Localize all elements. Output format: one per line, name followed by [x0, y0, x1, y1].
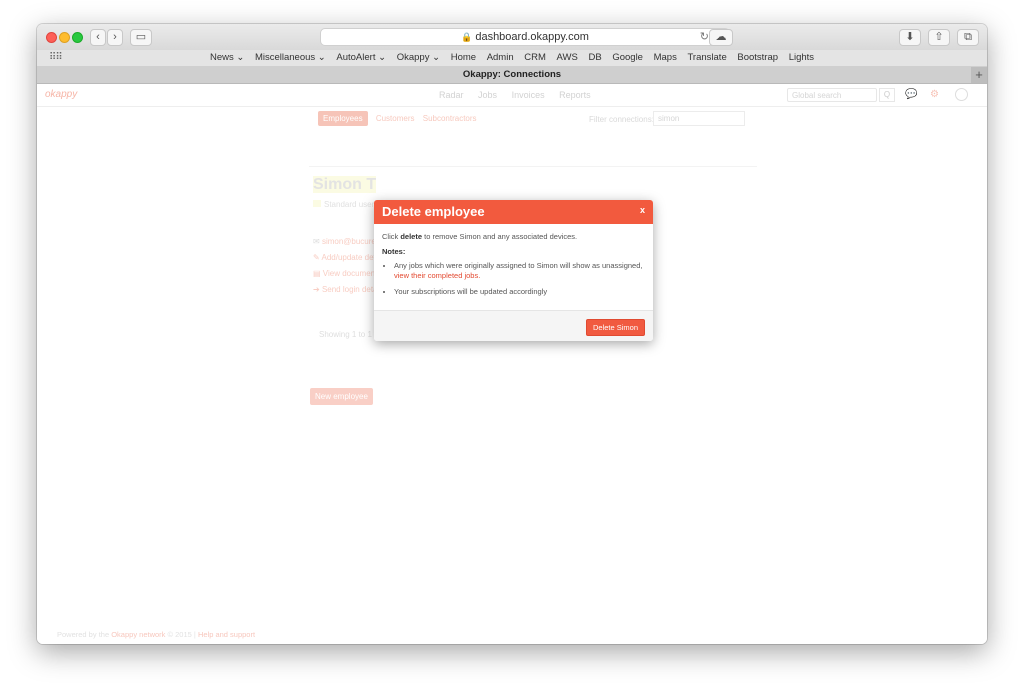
chevron-right-icon: ›	[113, 31, 117, 43]
cloud-icon: ☁	[715, 31, 727, 43]
notes-label: Notes:	[382, 247, 406, 256]
downloads-button[interactable]: ⬇	[899, 29, 921, 46]
modal-title: Delete employee	[382, 204, 485, 219]
tab-title: Okappy: Connections	[462, 69, 562, 80]
modal-intro: Click delete to remove Simon and any ass…	[382, 232, 578, 241]
employee-name: Simon T	[313, 176, 377, 193]
nav-radar[interactable]: Radar	[439, 90, 464, 100]
sidebar-icon: ▭	[135, 31, 147, 43]
global-search-input[interactable]: Global search	[787, 88, 877, 102]
tab-employees[interactable]: Employees	[318, 111, 368, 126]
chat-icon[interactable]: 💬	[905, 89, 917, 100]
bookmark-bootstrap[interactable]: Bootstrap	[737, 52, 778, 63]
page-content: okappy Radar Jobs Invoices Reports Globa…	[37, 84, 987, 644]
show-tabs-button[interactable]: ⧉	[957, 29, 979, 46]
app-navbar: okappy Radar Jobs Invoices Reports Globa…	[37, 84, 987, 107]
close-window-button[interactable]	[46, 32, 57, 43]
app-logo[interactable]: okappy	[45, 89, 77, 100]
tabs-icon: ⧉	[964, 31, 972, 43]
url-text: dashboard.okappy.com	[475, 31, 589, 43]
completed-jobs-link[interactable]: view their completed jobs.	[394, 271, 480, 280]
modal-body: Click delete to remove Simon and any ass…	[382, 232, 647, 303]
bookmark-news[interactable]: News ⌄	[210, 52, 244, 63]
search-button[interactable]: Q	[879, 88, 895, 102]
share-icon: ⇧	[934, 31, 944, 43]
bookmark-aws[interactable]: AWS	[557, 52, 578, 63]
bookmark-okappy[interactable]: Okappy ⌄	[397, 52, 440, 63]
list-item: Your subscriptions will be updated accor…	[394, 287, 647, 297]
chevron-left-icon: ‹	[96, 31, 100, 43]
bookmark-maps[interactable]: Maps	[654, 52, 677, 63]
download-icon: ⬇	[905, 31, 915, 43]
bookmark-autoalert[interactable]: AutoAlert ⌄	[336, 52, 386, 63]
back-button[interactable]: ‹	[90, 29, 106, 46]
network-link[interactable]: Okappy network	[111, 630, 165, 639]
footer: Powered by the Okappy network © 2015 | H…	[57, 630, 256, 639]
bookmark-admin[interactable]: Admin	[487, 52, 514, 63]
close-icon[interactable]: x	[640, 205, 645, 215]
help-link[interactable]: Help and support	[198, 630, 255, 639]
icloud-tabs-button[interactable]: ☁	[709, 29, 733, 46]
notes-list: Any jobs which were originally assigned …	[382, 261, 647, 297]
minimize-window-button[interactable]	[59, 32, 70, 43]
tab-customers[interactable]: Customers	[376, 114, 415, 123]
zoom-window-button[interactable]	[72, 32, 83, 43]
bookmark-translate[interactable]: Translate	[687, 52, 726, 63]
main-nav: Radar Jobs Invoices Reports	[439, 90, 603, 100]
employee-role: Standard user	[313, 200, 374, 209]
connection-tabs: Employees Customers Subcontractors	[318, 111, 477, 126]
delete-employee-modal: Delete employee x Click delete to remove…	[374, 200, 653, 341]
forward-button[interactable]: ›	[107, 29, 123, 46]
notification-icon[interactable]: ⚙	[930, 89, 939, 100]
tab-subcontractors[interactable]: Subcontractors	[423, 114, 477, 123]
title-bar: ‹ › ▭ 🔒 dashboard.okappy.com ↻ ☁ ⬇ ⇧ ⧉	[37, 24, 987, 50]
browser-window: ‹ › ▭ 🔒 dashboard.okappy.com ↻ ☁ ⬇ ⇧ ⧉ ⠿⠿…	[37, 24, 987, 644]
filter-connections-input[interactable]: simon	[653, 111, 745, 126]
new-employee-button[interactable]: New employee	[310, 388, 373, 405]
sidebar-button[interactable]: ▭	[130, 29, 152, 46]
list-item: Any jobs which were originally assigned …	[394, 261, 647, 281]
bookmark-crm[interactable]: CRM	[524, 52, 546, 63]
lock-icon: 🔒	[461, 32, 473, 42]
nav-invoices[interactable]: Invoices	[512, 90, 545, 100]
address-bar[interactable]: 🔒 dashboard.okappy.com ↻	[320, 28, 730, 46]
divider	[309, 166, 757, 167]
modal-header: Delete employee x	[374, 200, 653, 224]
bookmark-lights[interactable]: Lights	[789, 52, 814, 63]
delete-simon-button[interactable]: Delete Simon	[585, 319, 645, 336]
nav-reports[interactable]: Reports	[559, 90, 591, 100]
modal-footer: Delete Simon	[374, 310, 653, 341]
filter-label: Filter connections:	[589, 115, 654, 124]
bookmark-google[interactable]: Google	[612, 52, 643, 63]
share-button[interactable]: ⇧	[928, 29, 950, 46]
nav-jobs[interactable]: Jobs	[478, 90, 497, 100]
user-avatar[interactable]	[955, 88, 968, 101]
bookmark-db[interactable]: DB	[588, 52, 601, 63]
reload-icon[interactable]: ↻	[700, 29, 709, 45]
new-tab-button[interactable]: +	[971, 67, 987, 83]
browser-tab[interactable]: Okappy: Connections +	[37, 67, 987, 84]
bookmarks-bar: ⠿⠿ News ⌄ Miscellaneous ⌄ AutoAlert ⌄ Ok…	[37, 50, 987, 67]
bookmark-home[interactable]: Home	[451, 52, 476, 63]
plus-icon: +	[975, 67, 983, 82]
bookmark-miscellaneous[interactable]: Miscellaneous ⌄	[255, 52, 326, 63]
